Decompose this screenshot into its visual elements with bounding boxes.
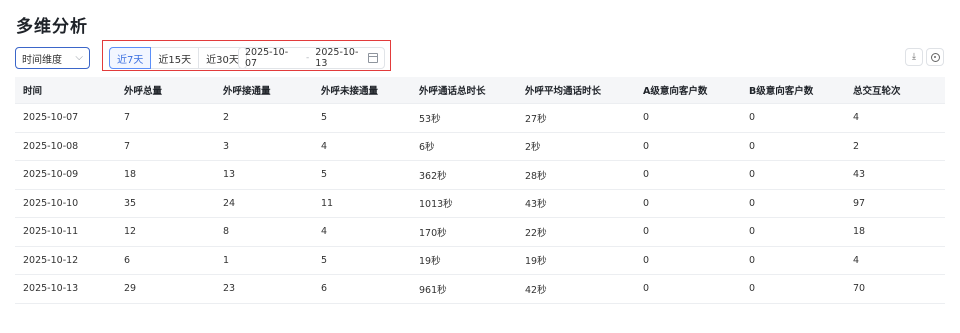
table-row: 2025-10-07 7 2 5 53秒 27秒 0 0 4: [15, 104, 945, 133]
table-header: 时间 外呼总量 外呼接通量 外呼未接通量 外呼通话总时长 外呼平均通话时长 A级…: [15, 77, 945, 104]
table-cell: 1013秒: [419, 199, 453, 211]
table-cell: 12: [124, 226, 137, 238]
table-cell: 2025-10-11: [23, 226, 79, 238]
table-cell: 4: [853, 254, 860, 266]
date-separator: -: [306, 53, 310, 63]
table-row: 2025-10-10 35 24 11 1013秒 43秒 0 0 97: [15, 190, 945, 218]
analysis-table: 时间 外呼总量 外呼接通量 外呼未接通量 外呼通话总时长 外呼平均通话时长 A级…: [15, 77, 945, 304]
table-cell: 24: [223, 197, 236, 209]
table-cell: 29: [124, 283, 137, 295]
table-cell: 0: [643, 140, 650, 152]
table-cell: 7: [124, 112, 131, 124]
column-header: A级意向客户数: [643, 86, 708, 97]
table-cell: 42秒: [525, 284, 547, 296]
table-cell: 8: [223, 226, 230, 238]
table-cell: 18: [853, 226, 866, 238]
table-cell: 53秒: [419, 113, 441, 125]
column-header: 外呼接通量: [223, 86, 271, 97]
table-cell: 6: [124, 254, 131, 266]
table-cell: 2: [853, 140, 860, 152]
table-cell: 0: [643, 197, 650, 209]
quick-range-group: 近7天 近15天 近30天: [109, 47, 247, 69]
column-header: B级意向客户数: [749, 86, 814, 97]
table-cell: 4: [321, 226, 328, 238]
table-cell: 7: [124, 140, 131, 152]
table-cell: 5: [321, 112, 328, 124]
table-cell: 0: [643, 112, 650, 124]
download-icon: ⤓: [912, 52, 916, 62]
table-cell: 97: [853, 197, 866, 209]
table-cell: 22秒: [525, 227, 547, 239]
table-cell: 13: [223, 169, 236, 181]
table-cell: 27秒: [525, 113, 547, 125]
table-cell: 0: [643, 169, 650, 181]
table-cell: 2025-10-12: [23, 254, 79, 266]
table-cell: 43秒: [525, 199, 547, 211]
table-cell: 0: [643, 283, 650, 295]
table-cell: 70: [853, 283, 866, 295]
table-cell: 2025-10-09: [23, 169, 79, 181]
table-row: 2025-10-08 7 3 4 6秒 2秒 0 0 2: [15, 133, 945, 161]
table-cell: 2025-10-10: [23, 197, 79, 209]
table-cell: 11: [321, 197, 334, 209]
table-cell: 0: [749, 283, 756, 295]
table-cell: 0: [749, 226, 756, 238]
table-cell: 2: [223, 112, 230, 124]
table-cell: 23: [223, 283, 236, 295]
table-cell: 5: [321, 254, 328, 266]
table-cell: 0: [643, 254, 650, 266]
table-cell: 0: [749, 254, 756, 266]
table-cell: 170秒: [419, 227, 447, 239]
date-range-picker[interactable]: 2025-10-07 - 2025-10-13: [238, 47, 385, 69]
range-7-days-button[interactable]: 近7天: [109, 47, 152, 69]
table-cell: 1: [223, 254, 230, 266]
date-end[interactable]: 2025-10-13: [315, 47, 368, 69]
dimension-select[interactable]: 时间维度 ⌵: [15, 47, 90, 69]
column-header: 时间: [23, 86, 43, 97]
table-cell: 5: [321, 169, 328, 181]
table-cell: 19秒: [525, 256, 547, 268]
table-cell: 2025-10-13: [23, 283, 79, 295]
table-cell: 3: [223, 140, 230, 152]
table-cell: 35: [124, 197, 137, 209]
page-title: 多维分析: [16, 17, 88, 37]
table-cell: 2025-10-08: [23, 140, 79, 152]
column-header: 外呼平均通话时长: [525, 86, 602, 97]
table-cell: 18: [124, 169, 137, 181]
table-row: 2025-10-11 12 8 4 170秒 22秒 0 0 18: [15, 218, 945, 247]
chevron-down-icon: ⌵: [75, 52, 83, 63]
range-15-days-button[interactable]: 近15天: [150, 47, 200, 69]
table-cell: 6: [321, 283, 328, 295]
table-cell: 2025-10-07: [23, 112, 79, 124]
settings-icon: [930, 52, 940, 62]
table-cell: 0: [749, 112, 756, 124]
column-header: 外呼未接通量: [321, 86, 379, 97]
table-cell: 4: [321, 140, 328, 152]
table-cell: 2秒: [525, 142, 541, 154]
table-cell: 0: [643, 226, 650, 238]
table-cell: 961秒: [419, 284, 447, 296]
column-header: 总交互轮次: [853, 86, 901, 97]
column-header: 外呼通话总时长: [419, 86, 486, 97]
dimension-select-value: 时间维度: [22, 54, 62, 66]
calendar-icon[interactable]: [368, 53, 378, 63]
table-row: 2025-10-12 6 1 5 19秒 19秒 0 0 4: [15, 247, 945, 275]
table-row: 2025-10-13 29 23 6 961秒 42秒 0 0 70: [15, 275, 945, 304]
table-cell: 0: [749, 197, 756, 209]
table-cell: 43: [853, 169, 866, 181]
table-cell: 0: [749, 169, 756, 181]
table-cell: 28秒: [525, 170, 547, 182]
table-cell: 6秒: [419, 142, 435, 154]
settings-button[interactable]: [926, 48, 944, 66]
date-start[interactable]: 2025-10-07: [245, 47, 298, 69]
table-cell: 4: [853, 112, 860, 124]
table-cell: 0: [749, 140, 756, 152]
table-cell: 362秒: [419, 170, 447, 182]
table-cell: 19秒: [419, 256, 441, 268]
table-row: 2025-10-09 18 13 5 362秒 28秒 0 0 43: [15, 161, 945, 190]
download-button[interactable]: ⤓: [905, 48, 923, 66]
column-header: 外呼总量: [124, 86, 163, 97]
table-body: 2025-10-07 7 2 5 53秒 27秒 0 0 4 2025-10-08 7 3 4 6秒 2秒 0…: [15, 104, 945, 304]
